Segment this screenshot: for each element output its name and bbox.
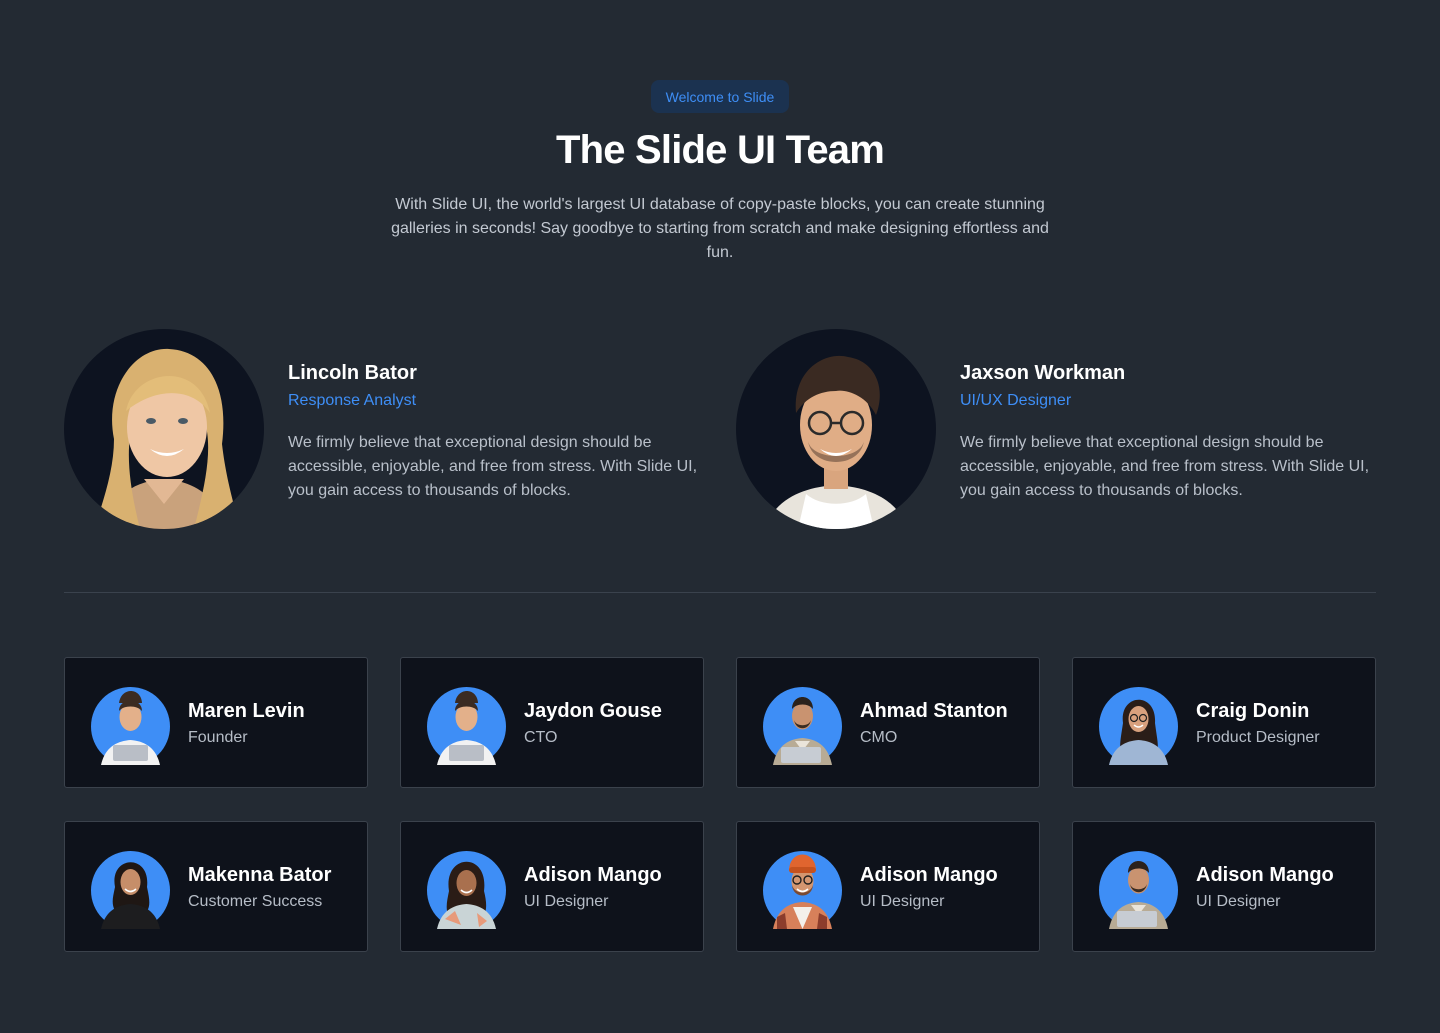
featured-member-info: Jaxson Workman UI/UX Designer We firmly … — [960, 361, 1380, 503]
member-role: UI Designer — [1196, 893, 1281, 910]
member-name: Craig Donin — [1196, 700, 1310, 722]
member-name: Makenna Bator — [188, 864, 332, 886]
avatar — [1099, 847, 1178, 929]
team-member-card[interactable]: Adison Mango UI Designer — [736, 821, 1040, 952]
avatar — [64, 329, 264, 529]
team-member-card[interactable]: Ahmad Stanton CMO — [736, 657, 1040, 788]
member-name: Jaxson Workman — [960, 362, 1126, 384]
avatar — [91, 683, 170, 765]
member-name: Adison Mango — [860, 864, 998, 886]
team-member-card[interactable]: Makenna Bator Customer Success — [64, 821, 368, 952]
featured-member-card: Lincoln Bator Response Analyst We firmly… — [64, 329, 714, 529]
member-bio: We firmly believe that exceptional desig… — [960, 434, 1370, 499]
avatar — [763, 683, 842, 765]
member-role: UI Designer — [524, 893, 609, 910]
member-role: UI/UX Designer — [960, 392, 1072, 409]
member-name: Adison Mango — [524, 864, 662, 886]
team-member-card[interactable]: Jaydon Gouse CTO — [400, 657, 704, 788]
member-name: Adison Mango — [1196, 864, 1334, 886]
member-name: Jaydon Gouse — [524, 700, 662, 722]
avatar — [763, 847, 842, 929]
featured-member-card: Jaxson Workman UI/UX Designer We firmly … — [736, 329, 1386, 529]
member-role: Founder — [188, 729, 248, 746]
page-title: The Slide UI Team — [556, 128, 885, 172]
avatar — [736, 329, 936, 529]
member-role: UI Designer — [860, 893, 945, 910]
featured-member-info: Lincoln Bator Response Analyst We firmly… — [288, 361, 708, 503]
avatar — [91, 847, 170, 929]
member-role: CMO — [860, 729, 898, 746]
section-divider — [64, 592, 1376, 593]
page-description: With Slide UI, the world's largest UI da… — [391, 196, 1049, 261]
member-role: CTO — [524, 729, 558, 746]
team-member-card[interactable]: Adison Mango UI Designer — [400, 821, 704, 952]
member-role: Customer Success — [188, 893, 323, 910]
team-member-card[interactable]: Craig Donin Product Designer — [1072, 657, 1376, 788]
member-name: Lincoln Bator — [288, 362, 417, 384]
team-member-card[interactable]: Maren Levin Founder — [64, 657, 368, 788]
avatar — [427, 847, 506, 929]
member-role: Response Analyst — [288, 392, 417, 409]
member-bio: We firmly believe that exceptional desig… — [288, 434, 698, 499]
welcome-badge: Welcome to Slide — [651, 80, 789, 113]
member-name: Maren Levin — [188, 700, 305, 722]
avatar — [427, 683, 506, 765]
team-member-card[interactable]: Adison Mango UI Designer — [1072, 821, 1376, 952]
team-section: Welcome to Slide The Slide UI Team With … — [0, 0, 1440, 1033]
avatar — [1099, 683, 1178, 765]
member-name: Ahmad Stanton — [860, 700, 1008, 722]
member-role: Product Designer — [1196, 729, 1320, 746]
